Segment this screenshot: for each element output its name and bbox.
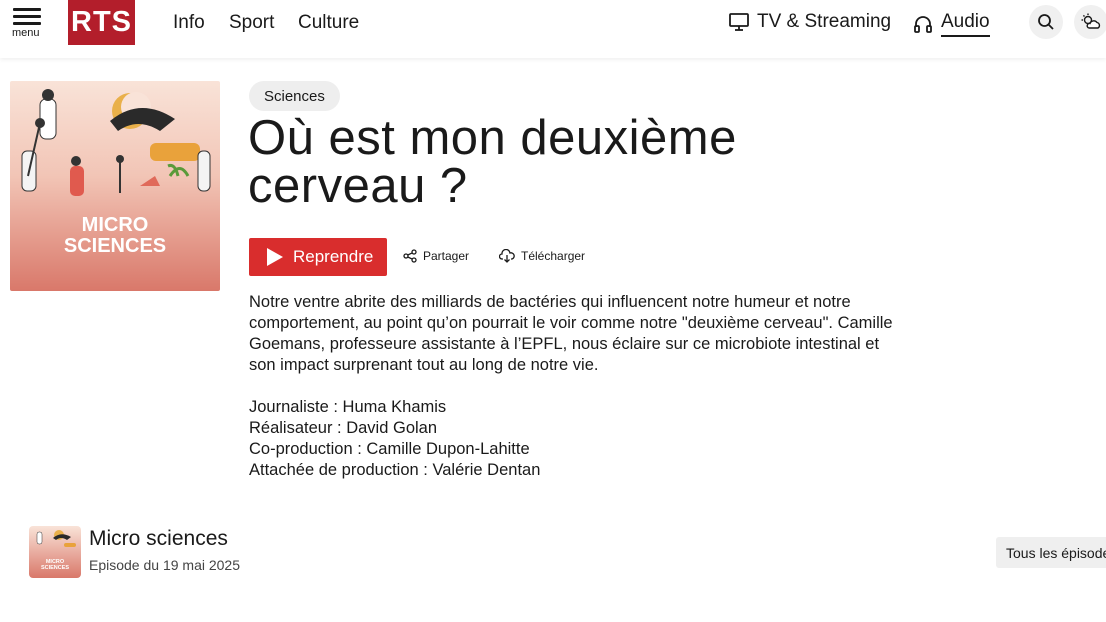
share-button[interactable]: Partager [403,249,469,263]
credit-production-assistant: Attachée de production : Valérie Dentan [249,461,541,479]
tv-icon [729,13,749,31]
nav-tv-label: TV & Streaming [757,11,892,32]
credit-journalist: Journaliste : Huma Khamis [249,398,447,416]
cover-illustration: MICRO SCIENCES [10,81,220,291]
all-episodes-button[interactable]: Tous les épisodes [996,537,1106,568]
episode-description: Notre ventre abrite des milliards de bac… [249,293,893,374]
thumb-text-line2: SCIENCES [41,565,69,571]
headphones-icon [914,16,932,33]
nav-audio-label: Audio [941,11,990,37]
weather-button[interactable] [1074,5,1106,39]
download-button[interactable]: Télécharger [499,249,585,263]
show-thumbnail-image: MICRO SCIENCES [29,526,81,578]
search-icon [1038,14,1054,30]
top-header: menu RTS Info Sport Culture TV & Streami… [0,0,1106,58]
nav-audio[interactable]: Audio [913,11,990,37]
hamburger-icon-bar [13,22,41,25]
category-tag[interactable]: Sciences [249,81,340,111]
nav-tv-streaming[interactable]: TV & Streaming [729,11,891,33]
show-episode-date: Episode du 19 mai 2025 [89,557,240,573]
cover-title-line2: SCIENCES [64,235,166,257]
credit-director: Réalisateur : David Golan [249,419,438,437]
credit-coproduction: Co-production : Camille Dupon-Lahitte [249,440,530,458]
nav-culture[interactable]: Culture [298,12,359,34]
show-name-link[interactable]: Micro sciences [89,527,228,551]
play-icon [267,248,283,266]
menu-button[interactable]: menu [10,6,46,40]
cover-title-line1: MICRO [82,214,149,236]
search-button[interactable] [1029,5,1063,39]
menu-label: menu [12,27,40,39]
episode-credits: Journaliste : Huma Khamis Réalisateur : … [249,397,540,481]
resume-button[interactable]: Reprendre [249,238,387,276]
resume-label: Reprendre [293,247,374,266]
rts-logo[interactable]: RTS [68,0,135,45]
share-icon [403,249,417,263]
hamburger-icon-bar [13,15,41,18]
share-label: Partager [423,249,470,263]
episode-cover-image: MICRO SCIENCES [10,81,220,291]
episode-title: Où est mon deuxième cerveau ? [248,111,737,213]
show-thumbnail[interactable]: MICRO SCIENCES [29,526,81,578]
cloud-download-icon [499,249,515,263]
download-label: Télécharger [521,249,586,263]
nav-info[interactable]: Info [173,12,205,34]
weather-icon [1081,13,1101,29]
nav-sport[interactable]: Sport [229,12,274,34]
hamburger-icon [13,8,41,11]
